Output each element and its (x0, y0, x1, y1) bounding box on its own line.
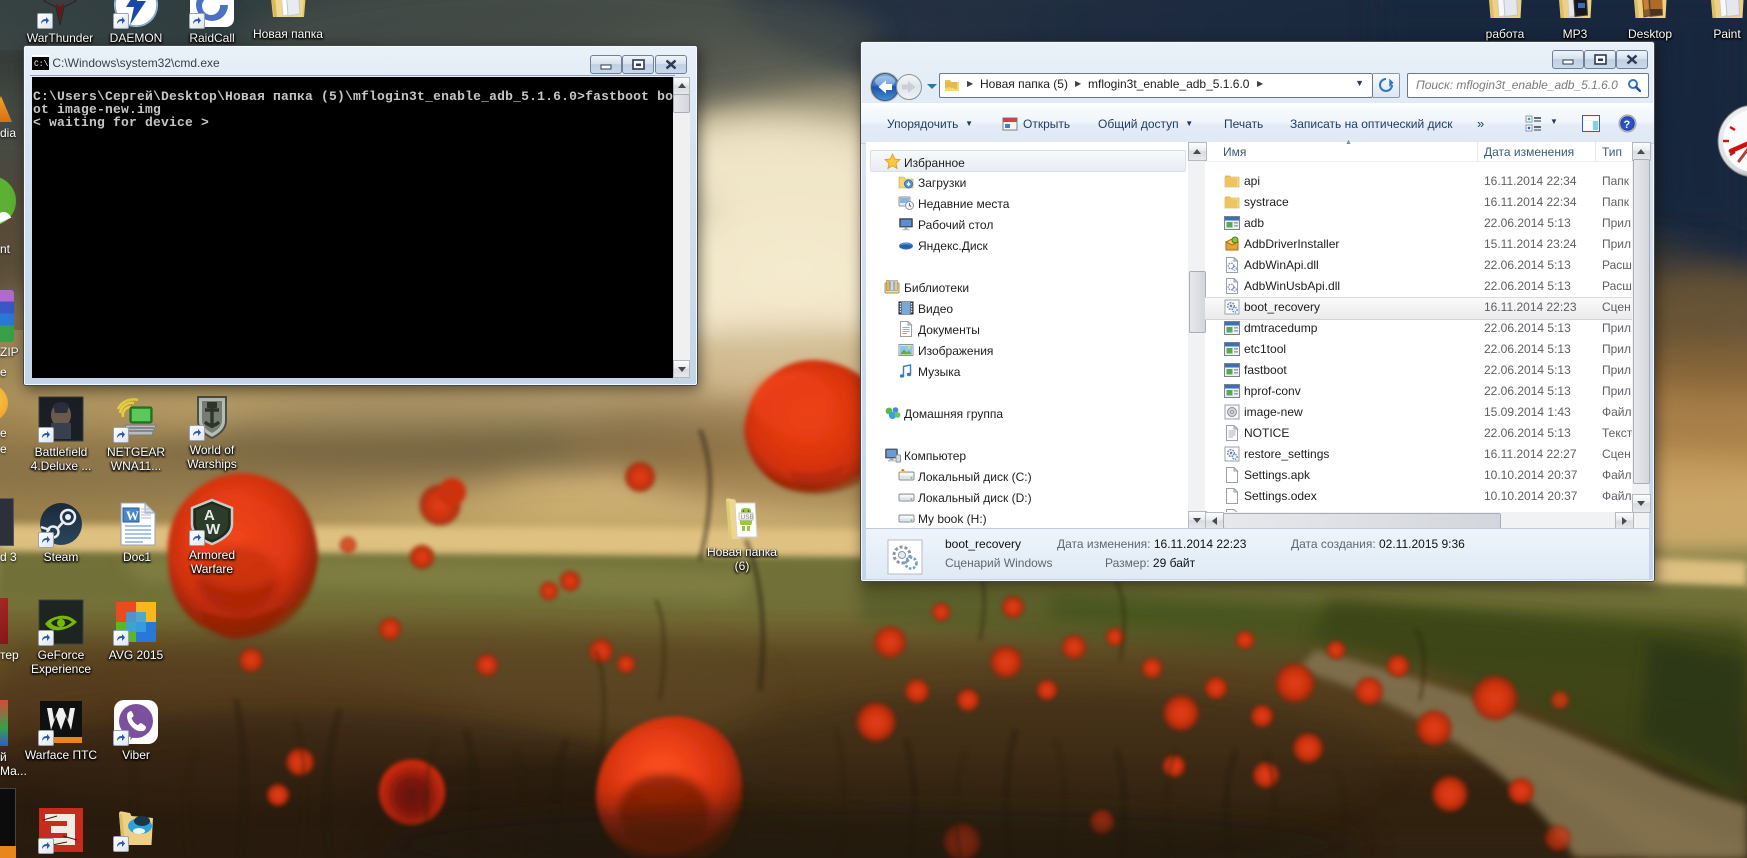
svg-text:USB: USB (741, 514, 754, 521)
svg-text:?: ? (1624, 119, 1631, 131)
svg-text:W: W (206, 521, 221, 538)
svg-text:W: W (126, 508, 139, 523)
svg-text:C:\: C:\ (34, 60, 49, 69)
